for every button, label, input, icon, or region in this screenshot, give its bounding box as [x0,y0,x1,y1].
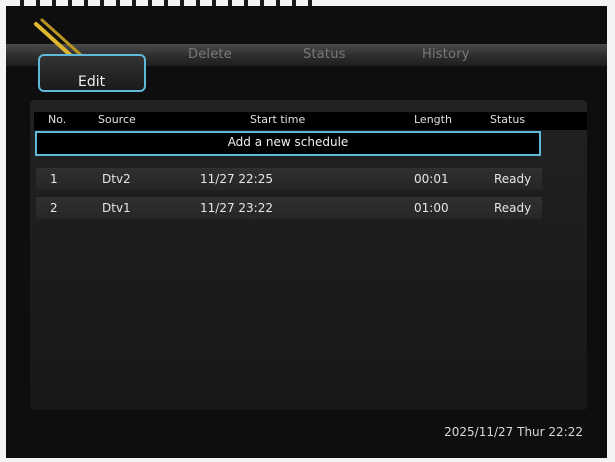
row-start-time: 11/27 22:25 [200,172,273,186]
top-frame [0,0,615,6]
tab-status[interactable]: Status [303,44,346,66]
row-source: Dtv2 [102,172,131,186]
row-no: 2 [50,201,58,215]
header-start-time: Start time [250,113,306,126]
header-length: Length [414,113,452,126]
datetime-display: 2025/11/27 Thur 22:22 [444,425,583,439]
row-length: 00:01 [414,172,449,186]
left-frame [0,0,6,462]
tab-delete[interactable]: Delete [188,44,232,66]
tab-edit-label: Edit [78,74,106,90]
header-source: Source [98,113,136,126]
right-frame [607,0,615,462]
header-status: Status [490,113,526,126]
row-source: Dtv1 [102,201,131,215]
row-status: Ready [494,172,532,186]
row-start-time: 11/27 23:22 [200,201,273,215]
add-schedule-label: Add a new schedule [227,135,349,149]
tab-history[interactable]: History [422,44,470,66]
header-no: No. [48,113,67,126]
row-no: 1 [50,172,58,186]
bottom-frame [0,458,615,462]
row-length: 01:00 [414,201,449,215]
row-status: Ready [494,201,532,215]
